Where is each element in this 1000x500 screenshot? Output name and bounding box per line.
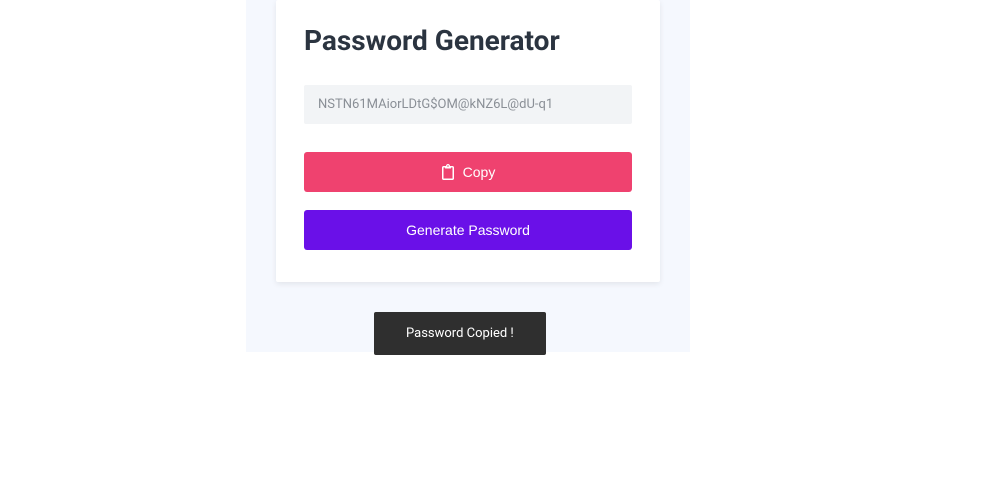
copy-button[interactable]: Copy bbox=[304, 152, 632, 192]
toast-message: Password Copied ! bbox=[406, 326, 514, 341]
generate-button[interactable]: Generate Password bbox=[304, 210, 632, 250]
clipboard-icon bbox=[441, 164, 455, 180]
generate-button-label: Generate Password bbox=[406, 222, 530, 238]
copy-button-label: Copy bbox=[463, 164, 496, 180]
toast-notification: Password Copied ! bbox=[374, 312, 546, 355]
password-output[interactable] bbox=[304, 85, 632, 124]
password-generator-card: Password Generator Copy Generate Passwor… bbox=[276, 0, 660, 282]
page-title: Password Generator bbox=[304, 24, 632, 57]
